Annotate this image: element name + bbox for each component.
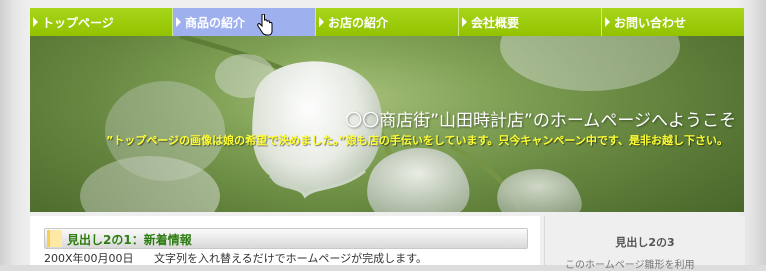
nav-item-shop[interactable]: お店の紹介 bbox=[316, 8, 459, 36]
sidebar-text: このホームページ雛形を利用 bbox=[565, 260, 695, 271]
sidebar-heading: 見出し2の3 bbox=[615, 236, 675, 249]
nav-item-company[interactable]: 会社概要 bbox=[459, 8, 602, 36]
nav-item-label: お店の紹介 bbox=[328, 15, 389, 30]
hero-banner: 〇〇商店街”山田時計店”のホームページへようこそ ”トップページの画像は娘の希望… bbox=[30, 36, 744, 212]
main-content: 見出し2の1：新着情報 200X年00月00日 文字列を入れ替えるだけでホームペ… bbox=[30, 216, 540, 265]
nav-item-label: 会社概要 bbox=[471, 15, 520, 30]
triangle-right-icon bbox=[605, 17, 610, 27]
nav-item-label: お問い合わせ bbox=[614, 15, 687, 30]
page: トップページ 商品の紹介 お店の紹介 会社概要 お問い合わせ 〇〇商店街”山田時… bbox=[0, 0, 766, 271]
section-heading: 見出し2の1：新着情報 bbox=[44, 228, 528, 249]
nav-item-label: トップページ bbox=[42, 15, 114, 30]
news-date: 200X年00月00日 bbox=[44, 252, 134, 265]
nav-item-contact[interactable]: お問い合わせ bbox=[602, 8, 744, 36]
news-text: 文字列を入れ替えるだけでホームページが完成します。 bbox=[154, 252, 428, 265]
section-heading-text: 見出し2の1：新着情報 bbox=[67, 233, 192, 247]
nav-item-top[interactable]: トップページ bbox=[30, 8, 173, 36]
nav-item-label: 商品の紹介 bbox=[185, 15, 246, 30]
triangle-right-icon bbox=[319, 17, 324, 27]
heading-marker-icon bbox=[47, 230, 62, 247]
hero-subtitle: ”トップページの画像は娘の希望で決めました。”娘も店の手伝いをしています。只今キ… bbox=[106, 134, 728, 147]
triangle-right-icon bbox=[33, 17, 38, 27]
triangle-right-icon bbox=[462, 17, 467, 27]
nav-item-products[interactable]: 商品の紹介 bbox=[173, 8, 316, 36]
sidebar: 見出し2の3 このホームページ雛形を利用 bbox=[544, 216, 745, 271]
triangle-right-icon bbox=[176, 17, 181, 27]
global-nav: トップページ 商品の紹介 お店の紹介 会社概要 お問い合わせ bbox=[30, 8, 744, 36]
hand-cursor-icon bbox=[257, 14, 273, 36]
hero-title: 〇〇商店街”山田時計店”のホームページへようこそ bbox=[345, 111, 736, 131]
